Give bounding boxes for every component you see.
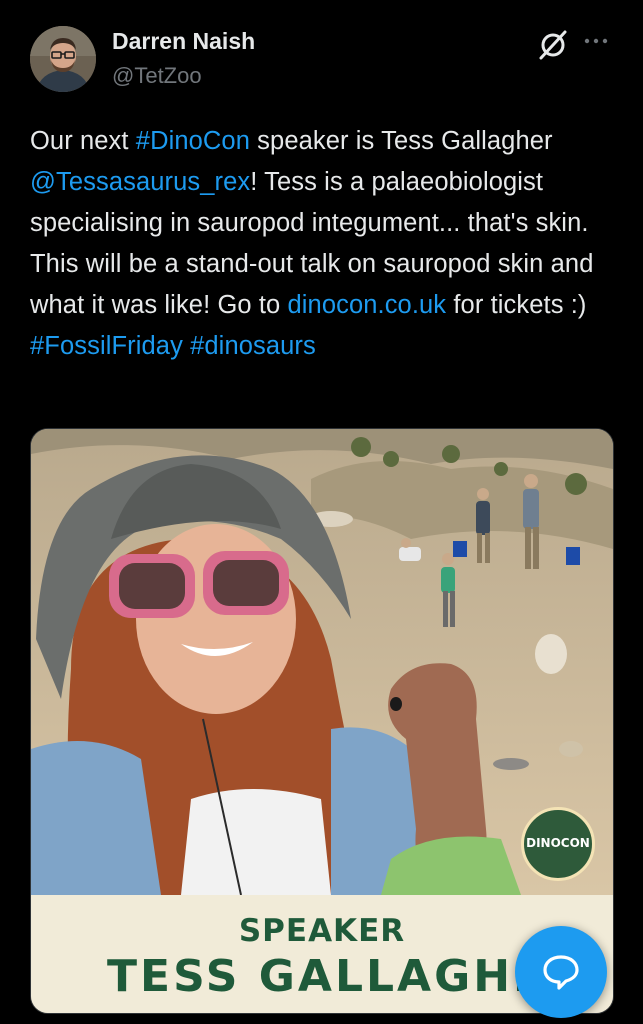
hashtag-dinocon[interactable]: #DinoCon: [136, 127, 250, 155]
banner-speaker-name: TESS GALLAGHER: [107, 951, 583, 1002]
author-name[interactable]: Darren Naish: [112, 28, 255, 55]
compose-fab-button[interactable]: [515, 926, 607, 1018]
hashtag-dinosaurs[interactable]: #dinosaurs: [190, 332, 316, 360]
hashtag-fossilfriday[interactable]: #FossilFriday: [30, 332, 183, 360]
tweet-segment: speaker is Tess Gallagher: [250, 127, 553, 155]
link-dinocon[interactable]: dinocon.co.uk: [288, 291, 447, 319]
tweet-segment: Our next: [30, 127, 136, 155]
dinocon-logo-badge: DINOCON: [521, 807, 595, 881]
tweet-media-image[interactable]: DINOCON SPEAKER TESS GALLAGHER: [30, 428, 614, 1014]
mention-tessasaurus[interactable]: @Tessasaurus_rex: [30, 168, 250, 196]
author-handle[interactable]: @TetZoo: [112, 63, 202, 89]
more-options-icon[interactable]: [584, 36, 608, 46]
chat-bubble-icon: [543, 955, 579, 990]
tweet-text: Our next #DinoCon speaker is Tess Gallag…: [30, 121, 630, 367]
grok-icon[interactable]: [536, 28, 570, 62]
author-avatar[interactable]: [30, 26, 96, 92]
tweet-segment: for tickets :): [446, 291, 587, 319]
badge-text: DINOCON: [526, 836, 590, 850]
profile-photo: [30, 26, 96, 92]
